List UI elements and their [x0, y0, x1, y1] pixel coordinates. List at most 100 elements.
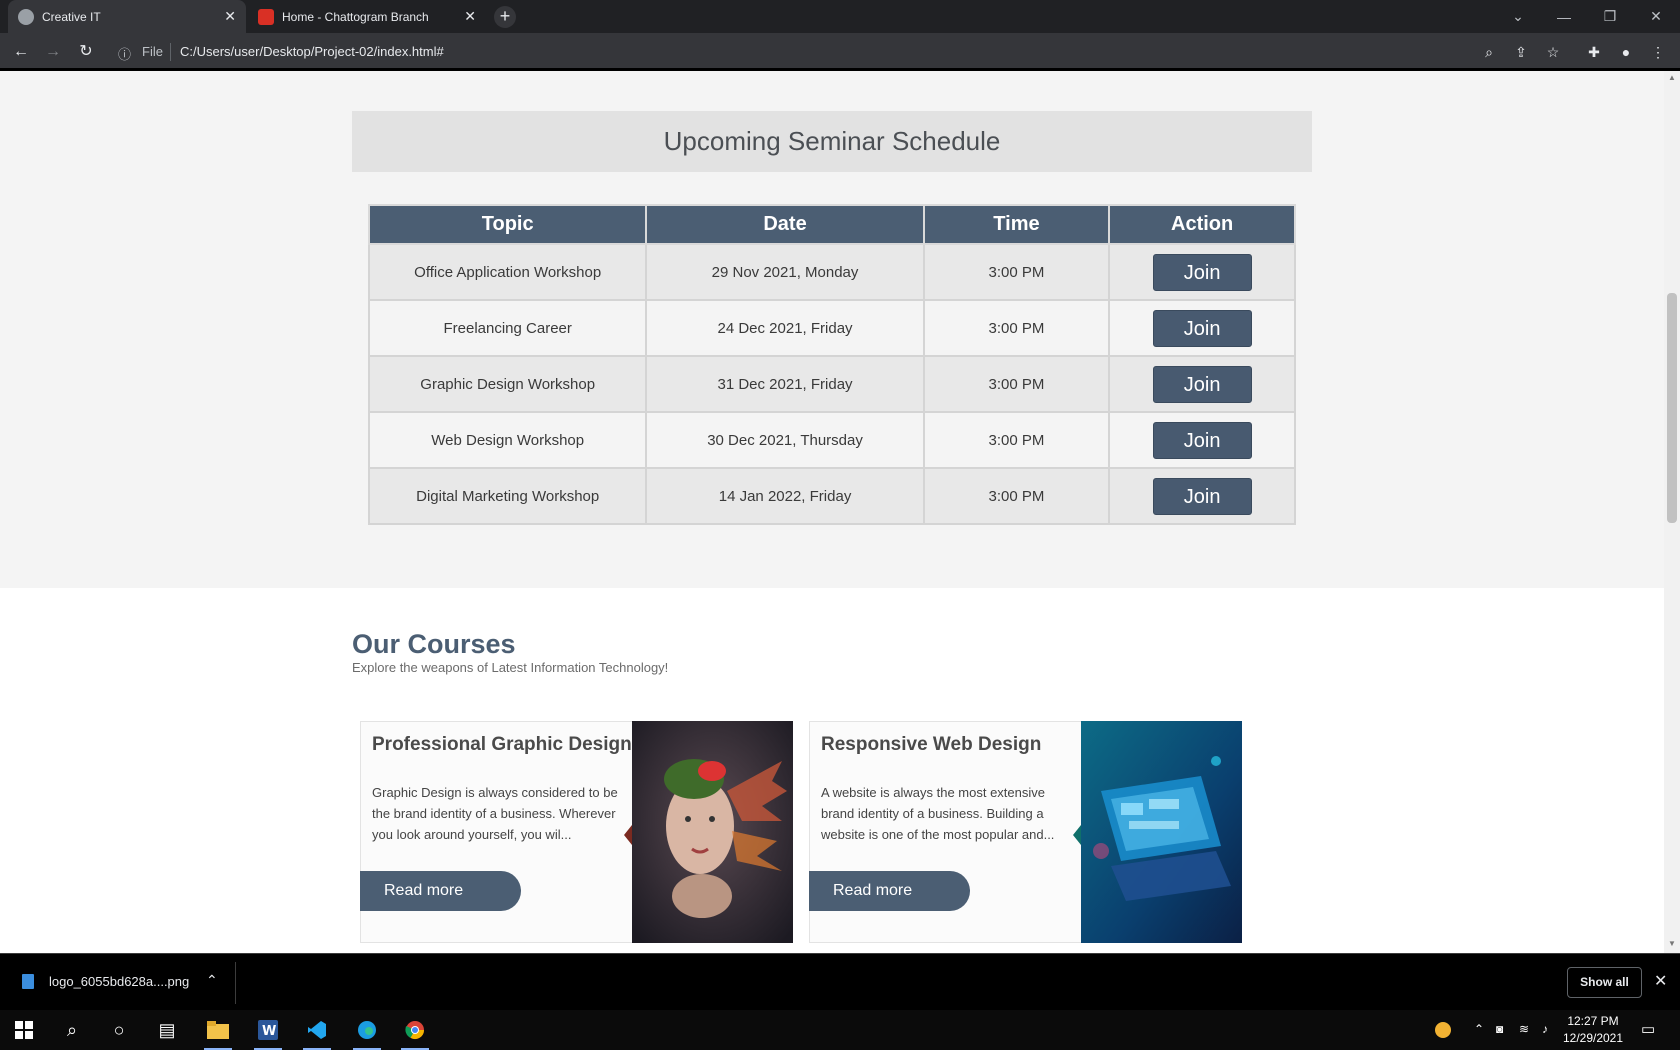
join-button[interactable]: Join — [1152, 253, 1252, 291]
join-button[interactable]: Join — [1152, 477, 1252, 515]
extensions-icon[interactable]: ✚ — [1584, 42, 1604, 62]
time-cell: 3:00 PM — [922, 299, 1111, 357]
scheme-label: File — [142, 44, 163, 59]
course-card-title: Professional Graphic Design — [372, 734, 632, 755]
column-header-time: Time — [922, 204, 1111, 245]
menu-icon[interactable]: ⋮ — [1648, 42, 1668, 62]
download-separator — [235, 962, 236, 1004]
vscode-icon[interactable] — [297, 1014, 337, 1050]
topic-cell: Digital Marketing Workshop — [367, 467, 648, 525]
graphic-design-image — [632, 721, 793, 943]
time-cell: 3:00 PM — [922, 411, 1111, 469]
reload-icon[interactable]: ↻ — [75, 41, 97, 63]
profile-icon[interactable]: ● — [1616, 42, 1636, 62]
globe-icon — [18, 8, 34, 25]
topic-cell: Freelancing Career — [367, 299, 648, 357]
task-view-icon[interactable]: ▤ — [147, 1014, 187, 1046]
site-favicon-icon — [258, 8, 274, 25]
date-cell: 24 Dec 2021, Friday — [645, 299, 925, 357]
page-viewport: Upcoming Seminar Schedule Topic Date Tim… — [0, 71, 1664, 953]
action-cell: Join — [1108, 355, 1296, 413]
action-cell: Join — [1108, 411, 1296, 469]
browser-tab-chattogram[interactable]: Home - Chattogram Branch ✕ — [248, 0, 486, 33]
download-file-name[interactable]: logo_6055bd628a....png — [49, 974, 189, 989]
address-bar[interactable]: C:/Users/user/Desktop/Project-02/index.h… — [180, 44, 444, 59]
action-cell: Join — [1108, 467, 1296, 525]
join-button[interactable]: Join — [1152, 365, 1252, 403]
date-cell: 29 Nov 2021, Monday — [645, 243, 925, 301]
address-separator — [170, 43, 171, 61]
read-more-button[interactable]: Read more — [360, 871, 521, 911]
show-all-button[interactable]: Show all — [1567, 967, 1642, 998]
column-header-date: Date — [645, 204, 925, 245]
course-card-description: Graphic Design is always considered to b… — [372, 785, 618, 842]
courses-section: Our Courses Explore the weapons of Lates… — [0, 588, 1664, 953]
close-download-bar-icon[interactable]: ✕ — [1654, 971, 1667, 991]
info-icon[interactable]: ⓘ — [118, 44, 131, 63]
clock-time: 12:27 PM — [1567, 1014, 1619, 1028]
column-header-topic: Topic — [367, 204, 648, 245]
seminar-heading-box: Upcoming Seminar Schedule — [352, 111, 1312, 172]
browser-toolbar: ← → ↻ ⓘ File C:/Users/user/Desktop/Proje… — [0, 33, 1680, 71]
bookmark-star-icon[interactable]: ☆ — [1543, 42, 1563, 62]
chevron-up-icon[interactable]: ⌃ — [206, 972, 218, 989]
edge-icon[interactable] — [347, 1014, 387, 1050]
chrome-icon[interactable] — [395, 1014, 435, 1050]
minimize-icon[interactable]: — — [1541, 0, 1587, 33]
zoom-icon[interactable]: ⌕ — [1479, 42, 1499, 62]
tab-search-icon[interactable]: ⌄ — [1495, 0, 1541, 33]
forward-icon[interactable]: → — [42, 41, 64, 63]
cortana-icon[interactable]: ○ — [99, 1014, 139, 1046]
date-cell: 30 Dec 2021, Thursday — [645, 411, 925, 469]
close-window-icon[interactable]: ✕ — [1633, 0, 1679, 33]
chevron-up-icon[interactable]: ⌃ — [1474, 1022, 1484, 1036]
back-icon[interactable]: ← — [10, 41, 32, 63]
action-cell: Join — [1108, 243, 1296, 301]
read-more-button[interactable]: Read more — [809, 871, 970, 911]
word-icon[interactable]: W — [248, 1014, 288, 1050]
courses-title: Our Courses — [352, 629, 516, 659]
time-cell: 3:00 PM — [922, 467, 1111, 525]
image-file-icon — [22, 974, 34, 989]
card-arrow — [1073, 825, 1081, 845]
notifications-icon[interactable]: ▭ — [1641, 1020, 1655, 1038]
scroll-up-icon[interactable]: ▲ — [1667, 73, 1677, 82]
join-button[interactable]: Join — [1152, 309, 1252, 347]
share-icon[interactable]: ⇪ — [1511, 42, 1531, 62]
tab-title: Home - Chattogram Branch — [282, 9, 429, 24]
column-header-action: Action — [1108, 204, 1296, 245]
weather-icon[interactable] — [1433, 1020, 1453, 1043]
topic-cell: Web Design Workshop — [367, 411, 648, 469]
course-card-graphic-design: Professional Graphic Design Graphic Desi… — [360, 721, 793, 943]
browser-tab-strip: Creative IT ✕ Home - Chattogram Branch ✕… — [0, 0, 1680, 33]
scrollbar-thumb[interactable] — [1667, 293, 1677, 523]
meet-now-icon[interactable]: ◙ — [1496, 1022, 1503, 1036]
tab-title: Creative IT — [42, 9, 101, 24]
scroll-down-icon[interactable]: ▼ — [1667, 939, 1677, 948]
file-explorer-icon[interactable] — [198, 1014, 238, 1050]
web-design-image — [1081, 721, 1242, 943]
svg-text:W: W — [262, 1024, 276, 1039]
course-card-description: A website is always the most extensive b… — [821, 785, 1055, 842]
topic-cell: Graphic Design Workshop — [367, 355, 648, 413]
restore-icon[interactable]: ❐ — [1587, 0, 1633, 33]
seminar-schedule-table: Topic Date Time Action Office Applicatio… — [367, 204, 1296, 525]
wifi-icon[interactable]: ≋ — [1519, 1022, 1529, 1036]
table-row: Graphic Design Workshop 31 Dec 2021, Fri… — [367, 355, 1296, 413]
join-button[interactable]: Join — [1152, 421, 1252, 459]
system-clock[interactable]: 12:27 PM 12/29/2021 — [1560, 1013, 1626, 1047]
search-icon[interactable]: ⌕ — [52, 1014, 92, 1046]
download-bar: logo_6055bd628a....png ⌃ Show all ✕ — [0, 953, 1680, 1010]
time-cell: 3:00 PM — [922, 355, 1111, 413]
close-tab-icon[interactable]: ✕ — [464, 8, 476, 25]
table-row: Digital Marketing Workshop 14 Jan 2022, … — [367, 467, 1296, 525]
volume-icon[interactable]: ♪ — [1542, 1022, 1548, 1036]
table-row: Web Design Workshop 30 Dec 2021, Thursda… — [367, 411, 1296, 469]
close-tab-icon[interactable]: ✕ — [224, 8, 236, 25]
windows-start-icon[interactable] — [4, 1014, 44, 1046]
topic-cell: Office Application Workshop — [367, 243, 648, 301]
browser-tab-creative-it[interactable]: Creative IT ✕ — [8, 0, 246, 33]
new-tab-button[interactable]: + — [494, 6, 516, 28]
seminar-heading: Upcoming Seminar Schedule — [663, 126, 1001, 156]
page-scrollbar[interactable]: ▲ ▼ — [1664, 71, 1680, 953]
